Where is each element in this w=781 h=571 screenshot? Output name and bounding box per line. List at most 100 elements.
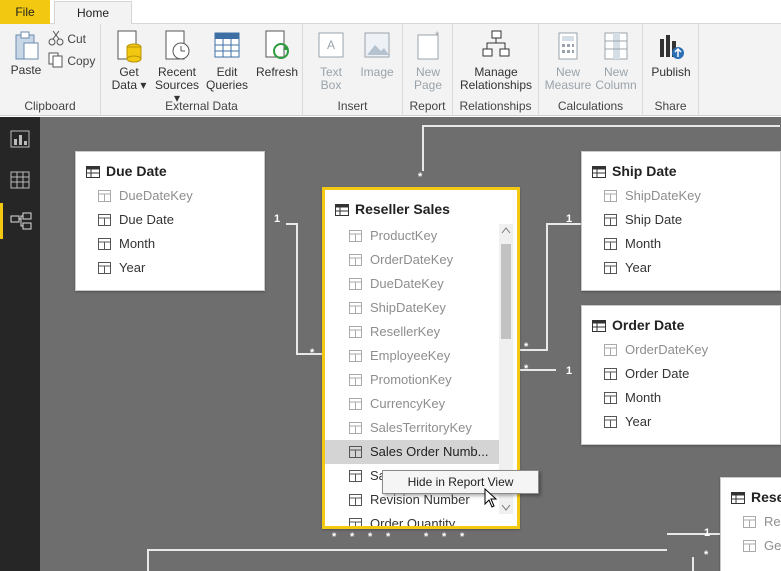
field-row[interactable]: ShipDateKey [325, 296, 500, 320]
relationship-line [422, 125, 424, 171]
group-label-insert: Insert [337, 99, 368, 113]
tab-file[interactable]: File [0, 0, 50, 24]
paste-icon [15, 31, 39, 60]
cardinality-many: * [310, 347, 315, 359]
relationship-canvas[interactable]: 1 * * 1 * * 1 1 * * * * * * * * Due Date… [40, 117, 781, 571]
new-column-button[interactable]: New Column [593, 29, 639, 92]
refresh-button[interactable]: Refresh [253, 29, 301, 79]
new-measure-button[interactable]: New Measure [543, 29, 593, 92]
column-icon [604, 262, 617, 274]
cut-button[interactable]: Cut [48, 30, 86, 48]
relationship-line [147, 549, 667, 551]
field-row[interactable]: DueDateKey [98, 184, 193, 208]
field-row[interactable]: Re [743, 510, 781, 534]
field-row[interactable]: Order Quantity [325, 512, 500, 526]
cardinality-many: * [524, 363, 529, 375]
table-title: Reseller Sales [335, 200, 450, 218]
clock-document-icon [165, 30, 190, 60]
paste-button[interactable]: Paste [6, 29, 46, 77]
column-icon [349, 230, 362, 242]
table-card-order-date[interactable]: Order Date OrderDateKey Order Date Month… [581, 305, 781, 445]
field-row[interactable]: Order Date [604, 362, 689, 386]
chevron-up-icon[interactable] [501, 226, 511, 234]
field-row[interactable]: Sales Order Numb... [325, 440, 500, 464]
image-icon [364, 32, 390, 58]
field-row[interactable]: Month [98, 232, 155, 256]
image-button[interactable]: Image [355, 29, 399, 79]
column-icon [349, 494, 362, 506]
cardinality-many: * [418, 171, 423, 183]
group-label-report: Report [409, 99, 446, 113]
hide-in-report-view-item[interactable]: Hide in Report View [383, 471, 538, 493]
table-card-reseller[interactable]: Rese Re Ge [720, 477, 781, 571]
group-relationships: Manage Relationships Relationships [453, 24, 539, 116]
field-row[interactable]: ShipDateKey [604, 184, 701, 208]
field-row[interactable]: Ship Date [604, 208, 682, 232]
group-label-share: Share [654, 99, 687, 113]
table-card-ship-date[interactable]: Ship Date ShipDateKey Ship Date Month Ye… [581, 151, 781, 291]
field-row[interactable]: ProductKey [325, 224, 500, 248]
data-view-button[interactable] [0, 162, 40, 198]
scissors-icon [48, 30, 64, 46]
field-row[interactable]: Year [604, 256, 651, 280]
table-title: Order Date [592, 316, 684, 334]
table-title: Rese [731, 488, 781, 506]
context-menu: Hide in Report View [382, 470, 539, 494]
field-row[interactable]: Year [604, 410, 651, 434]
cut-label: Cut [67, 32, 87, 46]
relationships-view-button[interactable] [0, 203, 40, 239]
column-icon [604, 190, 617, 202]
field-row[interactable]: ResellerKey [325, 320, 500, 344]
field-row[interactable]: Year [98, 256, 145, 280]
cardinality-many: * [704, 549, 709, 561]
publish-label: Publish [651, 65, 691, 79]
field-row[interactable]: OrderDateKey [604, 338, 708, 362]
group-label-relationships: Relationships [459, 99, 532, 113]
edit-queries-button[interactable]: Edit Queries [205, 29, 249, 92]
field-row[interactable]: EmployeeKey [325, 344, 500, 368]
cardinality-many: * [368, 531, 373, 543]
field-row[interactable]: Month [604, 232, 661, 256]
publish-button[interactable]: Publish [647, 29, 695, 79]
tab-home[interactable]: Home [54, 1, 132, 25]
scrollbar-thumb[interactable] [501, 244, 511, 339]
image-label: Image [360, 65, 394, 79]
manage-relationships-button[interactable]: Manage Relationships [457, 29, 535, 92]
relationship-line [296, 223, 298, 355]
copy-button[interactable]: Copy [48, 52, 95, 70]
relationship-line [546, 223, 548, 351]
field-row[interactable]: DueDateKey [325, 272, 500, 296]
cardinality-many: * [386, 531, 391, 543]
column-icon [349, 350, 362, 362]
publish-icon [660, 35, 684, 59]
column-icon [349, 326, 362, 338]
get-data-button[interactable]: Get Data ▾ [109, 29, 149, 92]
cursor-icon [484, 488, 498, 508]
bar-chart-icon [10, 130, 30, 148]
field-row[interactable]: SalesTerritoryKey [325, 416, 500, 440]
column-icon [604, 344, 617, 356]
column-icon [604, 214, 617, 226]
field-row[interactable]: Month [604, 386, 661, 410]
text-box-button[interactable]: A Text Box [309, 29, 353, 92]
new-column-label-2: Column [595, 78, 637, 92]
calculator-icon [558, 32, 578, 60]
relationship-line [286, 223, 296, 225]
refresh-label: Refresh [255, 65, 299, 79]
new-page-icon: * [417, 30, 440, 60]
relationship-diagram-icon [10, 212, 32, 230]
recent-sources-button[interactable]: Recent Sources ▾ [153, 29, 201, 105]
column-icon [349, 302, 362, 314]
field-row[interactable]: PromotionKey [325, 368, 500, 392]
field-row[interactable]: Due Date [98, 208, 174, 232]
column-icon [604, 392, 617, 404]
chevron-down-icon[interactable] [501, 504, 511, 512]
field-row[interactable]: OrderDateKey [325, 248, 500, 272]
table-card-due-date[interactable]: Due Date DueDateKey Due Date Month Year [75, 151, 265, 291]
table-edit-icon [214, 32, 240, 58]
field-row[interactable]: CurrencyKey [325, 392, 500, 416]
table-icon [592, 320, 606, 332]
new-page-button[interactable]: * New Page [406, 29, 450, 92]
field-row[interactable]: Ge [743, 534, 781, 558]
report-view-button[interactable] [0, 121, 40, 157]
